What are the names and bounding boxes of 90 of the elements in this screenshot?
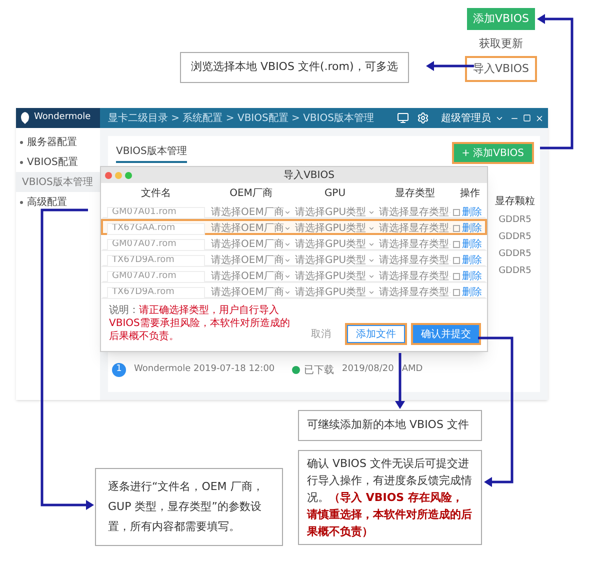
leader-arrow	[426, 61, 474, 71]
sidebar-label: VBIOS配置	[27, 156, 78, 170]
callout-box: 逐条进行“文件名，OEM 厂商，GUP 类型，显存类型”的参数设置，所有内容都需要填写。	[95, 468, 283, 546]
dialog-title: 导入VBIOS	[282, 168, 336, 182]
sidebar-label: 服务器配置	[27, 136, 77, 150]
checkbox[interactable]	[453, 289, 460, 296]
gpu-select[interactable]: 请选择GPU类型	[293, 205, 377, 220]
menu-item[interactable]: 导入VBIOS	[467, 58, 535, 80]
checkbox[interactable]	[453, 273, 460, 280]
table-cell-text: AMD	[402, 363, 423, 376]
checkbox[interactable]	[453, 257, 460, 264]
menu-item[interactable]: 添加VBIOS	[467, 8, 535, 30]
caret-icon	[368, 257, 375, 264]
gpu-select[interactable]: 请选择GPU类型	[293, 253, 377, 268]
gpu-select[interactable]: 请选择GPU类型	[293, 221, 377, 236]
caret-icon	[368, 289, 375, 296]
user-name[interactable]: 超级管理员	[441, 110, 491, 126]
sidebar-item[interactable]: 高级配置	[16, 192, 100, 212]
gpu-select[interactable]: 请选择GPU类型	[293, 269, 377, 284]
caret-icon	[368, 225, 375, 232]
column-header: 文件名	[140, 186, 172, 200]
delete-link[interactable]: 删除	[462, 269, 482, 284]
oem-select[interactable]: 请选择OEM厂商	[209, 269, 293, 284]
close-icon[interactable]	[535, 114, 544, 122]
delete-link[interactable]: 删除	[462, 253, 482, 268]
bullet-icon	[20, 200, 23, 204]
checkbox[interactable]	[453, 241, 460, 248]
delete-link[interactable]: 删除	[462, 285, 482, 300]
column-header: 显存类型	[394, 186, 436, 200]
dialog-button[interactable]: 添加文件	[347, 325, 405, 343]
add-vbios-button[interactable]: + 添加VBIOS	[454, 144, 532, 162]
warning-note: 说明：请正确选择类型，用户自行导入VBIOS需要承担风险，本软件对所造成的后果概不负责。	[109, 304, 291, 343]
maximize-icon[interactable]	[125, 172, 132, 178]
memory-select[interactable]: 请选择显存类型	[377, 269, 453, 284]
checkbox[interactable]	[453, 209, 460, 216]
table-cell-text: GDDR5	[498, 265, 532, 278]
sidebar-item[interactable]: 服务器配置	[16, 132, 100, 152]
column-header: OEM厂商	[228, 186, 274, 200]
memory-select[interactable]: 请选择显存类型	[377, 253, 453, 268]
sidebar-label: 高级配置	[27, 196, 67, 210]
column-header: 操作	[459, 186, 481, 200]
memory-select[interactable]: 请选择显存类型	[377, 285, 453, 300]
delete-link[interactable]: 删除	[462, 205, 482, 220]
delete-link[interactable]: 删除	[462, 221, 482, 236]
table-cell-text: 2019/08/20	[342, 363, 394, 376]
bullet-icon	[20, 140, 23, 144]
caret-icon	[284, 273, 291, 280]
oem-select[interactable]: 请选择OEM厂商	[209, 221, 293, 236]
settings-icon[interactable]	[417, 112, 429, 124]
column-header: 显存颗粒	[495, 195, 535, 209]
memory-select[interactable]: 请选择显存类型	[377, 205, 453, 220]
tab[interactable]: VBIOS版本管理	[116, 144, 187, 162]
logo-icon	[20, 112, 30, 124]
oem-select[interactable]: 请选择OEM厂商	[209, 285, 293, 300]
caret-icon	[284, 209, 291, 216]
oem-select[interactable]: 请选择OEM厂商	[209, 253, 293, 268]
status-text: 已下载	[304, 364, 334, 378]
caret-icon	[284, 225, 291, 232]
callout-box: 浏览选择本地 VBIOS 文件(.rom)，可多选	[180, 52, 409, 82]
gpu-select[interactable]: 请选择GPU类型	[293, 237, 377, 252]
table-cell-text: GDDR5	[498, 248, 532, 261]
sidebar-item[interactable]: VBIOS配置	[16, 152, 100, 172]
close-icon[interactable]	[105, 172, 112, 178]
column-header: GPU	[323, 186, 347, 200]
table-cell-text: GDDR5	[498, 231, 532, 244]
caret-icon	[368, 241, 375, 248]
logo-text: Wondermole	[34, 111, 91, 124]
caret-icon	[284, 289, 291, 296]
caret-icon	[368, 273, 375, 280]
monitor-icon[interactable]	[397, 112, 409, 124]
bullet-icon	[20, 160, 23, 164]
breadcrumb: 显卡二级目录 > 系统配置 > VBIOS配置 > VBIOS版本管理	[107, 112, 375, 126]
table-cell-text: Wondermole 2019-07-18 12:00	[134, 363, 276, 376]
caret-icon	[368, 209, 375, 216]
checkbox[interactable]	[453, 225, 460, 232]
sidebar-subitem[interactable]: VBIOS版本管理	[16, 172, 100, 192]
oem-select[interactable]: 请选择OEM厂商	[209, 205, 293, 220]
index-badge: 1	[112, 363, 126, 377]
callout-box: 确认 VBIOS 文件无误后可提交进行导入操作，有进度条反馈完成情况。（导入 VBIOS 存在风险，请慎重选择，本软件对所造成的后果概不负责）	[298, 450, 482, 545]
maximize-icon[interactable]	[523, 114, 531, 122]
dialog-button[interactable]: 确认并提交	[413, 325, 479, 343]
caret-icon	[284, 257, 291, 264]
delete-link[interactable]: 删除	[462, 237, 482, 252]
memory-select[interactable]: 请选择显存类型	[377, 221, 453, 236]
table-cell-text: GDDR5	[498, 214, 532, 227]
caret-icon	[284, 241, 291, 248]
gpu-select[interactable]: 请选择GPU类型	[293, 285, 377, 300]
memory-select[interactable]: 请选择显存类型	[377, 237, 453, 252]
callout-box: 可继续添加新的本地 VBIOS 文件	[298, 410, 482, 440]
oem-select[interactable]: 请选择OEM厂商	[209, 237, 293, 252]
